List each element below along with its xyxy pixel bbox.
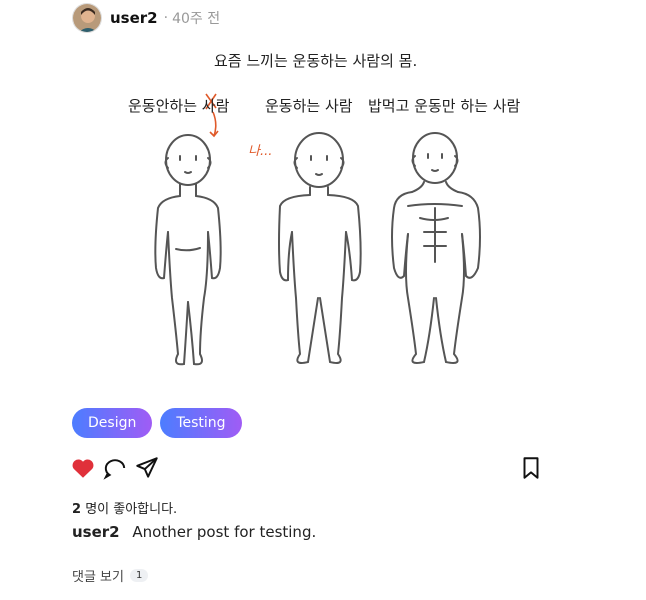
tag-testing[interactable]: Testing bbox=[160, 408, 242, 438]
annotation-text: 나... bbox=[248, 144, 273, 159]
column-label-only-exercise: 밥먹고 운동만 하는 사람 bbox=[368, 97, 521, 115]
tag-design[interactable]: Design bbox=[72, 408, 153, 438]
column-label-no-exercise: 운동안하는 사람 bbox=[128, 97, 230, 115]
caption-text: Another post for testing. bbox=[132, 523, 317, 541]
avatar-image bbox=[73, 4, 101, 32]
figure-only-exercise bbox=[391, 132, 481, 364]
comment-icon[interactable] bbox=[102, 455, 128, 481]
figure-exercise bbox=[278, 132, 362, 364]
view-comments-button[interactable]: 댓글 보기 1 bbox=[72, 566, 149, 585]
figure-no-exercise bbox=[154, 134, 222, 366]
post-username[interactable]: user2 bbox=[110, 9, 158, 27]
image-title: 요즘 느끼는 운동하는 사람의 몸. bbox=[214, 52, 418, 70]
post-image[interactable]: 요즘 느끼는 운동하는 사람의 몸. 운동안하는 사람 운동하는 사람 밥먹고 … bbox=[72, 36, 582, 396]
heart-icon[interactable] bbox=[70, 455, 96, 481]
tag-list: Design Testing bbox=[72, 408, 242, 438]
body-drawings bbox=[154, 93, 481, 366]
avatar[interactable] bbox=[72, 3, 102, 33]
post-header: user2 · 40주 전 bbox=[72, 2, 220, 34]
bookmark-icon[interactable] bbox=[518, 455, 544, 481]
column-label-exercise: 운동하는 사람 bbox=[265, 97, 353, 115]
likes-count: 2 bbox=[72, 502, 82, 517]
post-caption: user2 Another post for testing. bbox=[72, 523, 316, 541]
separator-dot: · bbox=[163, 10, 169, 26]
send-icon[interactable] bbox=[134, 455, 160, 481]
likes-summary: 2 명이 좋아합니다. bbox=[72, 498, 177, 517]
comments-count-badge: 1 bbox=[129, 569, 149, 582]
post-actions bbox=[72, 455, 542, 483]
post-time: 40주 전 bbox=[172, 11, 221, 27]
comments-label: 댓글 보기 bbox=[72, 570, 124, 585]
likes-text: 명이 좋아합니다. bbox=[85, 502, 178, 517]
caption-username[interactable]: user2 bbox=[72, 523, 120, 541]
